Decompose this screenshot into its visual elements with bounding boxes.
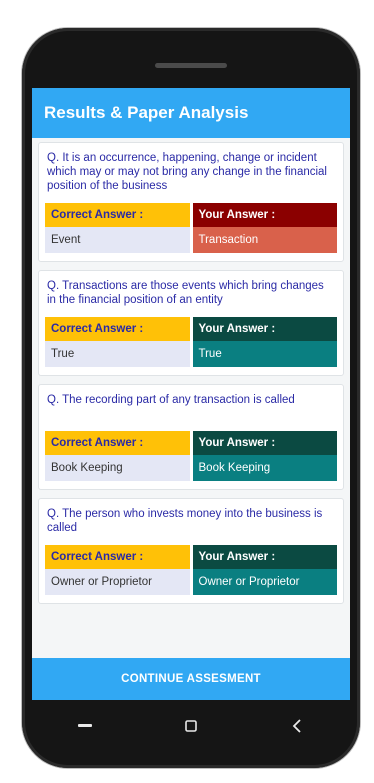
your-answer-label: Your Answer : bbox=[192, 431, 337, 455]
your-answer-value: Book Keeping bbox=[192, 455, 337, 481]
page-title: Results & Paper Analysis bbox=[44, 103, 249, 122]
answer-row: Correct Answer : Owner or Proprietor You… bbox=[45, 545, 337, 595]
question-text: Q. Transactions are those events which b… bbox=[47, 280, 324, 306]
phone-frame: Results & Paper Analysis Q. It is an occ… bbox=[22, 28, 360, 768]
app-screen: Results & Paper Analysis Q. It is an occ… bbox=[32, 88, 350, 700]
your-answer-value: Transaction bbox=[192, 227, 337, 253]
correct-answer-value: Owner or Proprietor bbox=[45, 569, 190, 595]
correct-answer-column: Correct Answer : Owner or Proprietor bbox=[45, 545, 190, 595]
correct-answer-label: Correct Answer : bbox=[45, 545, 190, 569]
correct-answer-value: True bbox=[45, 341, 190, 367]
continue-assessment-button[interactable]: CONTINUE ASSESMENT bbox=[32, 658, 350, 700]
correct-answer-value: Book Keeping bbox=[45, 455, 190, 481]
answer-row: Correct Answer : Book Keeping Your Answe… bbox=[45, 431, 337, 481]
question-card: Q. It is an occurrence, happening, chang… bbox=[38, 142, 344, 262]
back-icon[interactable] bbox=[65, 711, 105, 741]
correct-answer-label: Correct Answer : bbox=[45, 431, 190, 455]
your-answer-label: Your Answer : bbox=[192, 317, 337, 341]
speaker-grille bbox=[155, 63, 227, 68]
results-list: Q. It is an occurrence, happening, chang… bbox=[32, 138, 350, 604]
recents-icon[interactable] bbox=[277, 711, 317, 741]
home-icon[interactable] bbox=[171, 711, 211, 741]
question-card: Q. The recording part of any transaction… bbox=[38, 384, 344, 490]
your-answer-label: Your Answer : bbox=[192, 545, 337, 569]
answer-row: Correct Answer : True Your Answer : True bbox=[45, 317, 337, 367]
app-bar: Results & Paper Analysis bbox=[32, 88, 350, 138]
your-answer-value: True bbox=[192, 341, 337, 367]
question-card: Q. The person who invests money into the… bbox=[38, 498, 344, 604]
answer-row: Correct Answer : Event Your Answer : Tra… bbox=[45, 203, 337, 253]
correct-answer-column: Correct Answer : Book Keeping bbox=[45, 431, 190, 481]
your-answer-column: Your Answer : Owner or Proprietor bbox=[192, 545, 337, 595]
question-text: Q. The person who invests money into the… bbox=[47, 508, 323, 534]
question-text: Q. The recording part of any transaction… bbox=[47, 394, 295, 406]
correct-answer-label: Correct Answer : bbox=[45, 203, 190, 227]
your-answer-value: Owner or Proprietor bbox=[192, 569, 337, 595]
android-nav-bar bbox=[32, 700, 350, 752]
correct-answer-column: Correct Answer : True bbox=[45, 317, 190, 367]
correct-answer-value: Event bbox=[45, 227, 190, 253]
correct-answer-column: Correct Answer : Event bbox=[45, 203, 190, 253]
question-text: Q. It is an occurrence, happening, chang… bbox=[47, 152, 327, 192]
your-answer-column: Your Answer : Transaction bbox=[192, 203, 337, 253]
your-answer-column: Your Answer : Book Keeping bbox=[192, 431, 337, 481]
correct-answer-label: Correct Answer : bbox=[45, 317, 190, 341]
your-answer-label: Your Answer : bbox=[192, 203, 337, 227]
question-card: Q. Transactions are those events which b… bbox=[38, 270, 344, 376]
your-answer-column: Your Answer : True bbox=[192, 317, 337, 367]
